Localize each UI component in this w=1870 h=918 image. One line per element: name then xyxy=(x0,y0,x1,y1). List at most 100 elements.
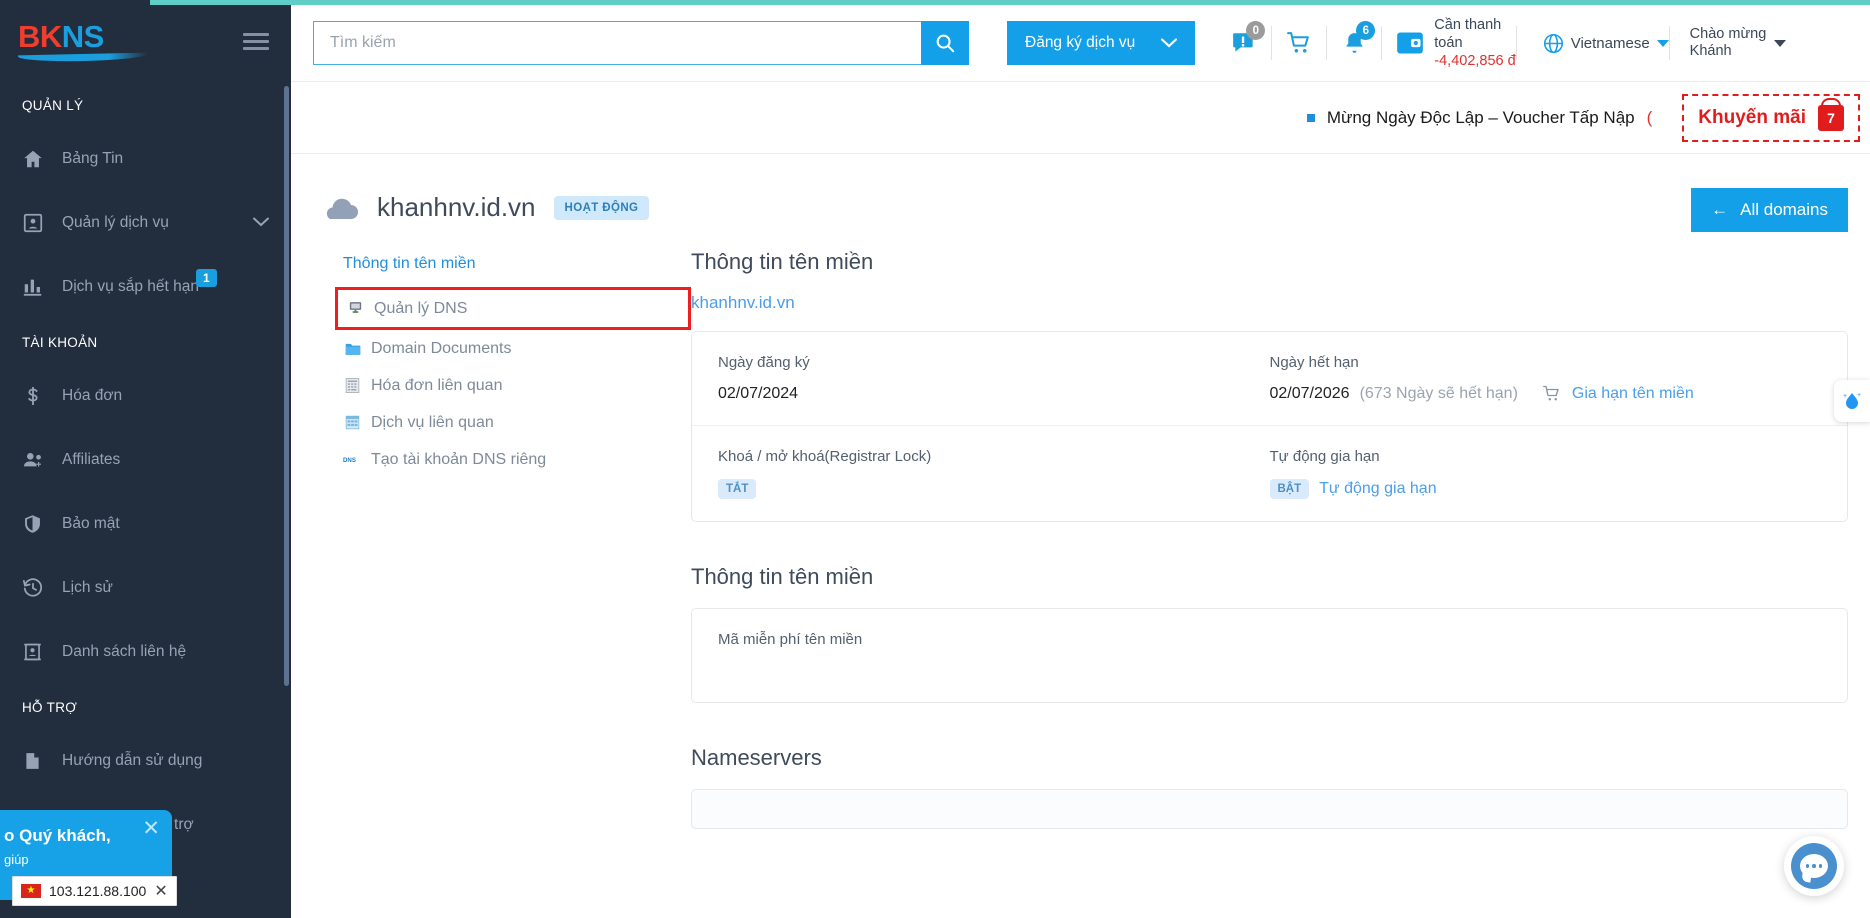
cart-button[interactable] xyxy=(1272,19,1326,67)
sidebar-scrollbar[interactable] xyxy=(284,86,289,686)
submenu-item-domain-documents[interactable]: Domain Documents xyxy=(321,330,691,367)
alerts-button[interactable]: 0 xyxy=(1217,19,1271,67)
hamburger-menu-icon[interactable] xyxy=(243,32,269,50)
sidebar-item-d-ch-v-s-p-h-t-h-n[interactable]: Dịch vụ sắp hết hạn 1 xyxy=(0,255,291,319)
payment-due-texts: Cần thanh toán -4,402,856 đ xyxy=(1434,16,1515,70)
sidebar-item-qu-n-l-d-ch-v[interactable]: Quản lý dịch vụ xyxy=(0,191,291,255)
domain-submenu: Thông tin tên miền Quản lý DNS Domain Doc… xyxy=(291,249,691,829)
chat-dot xyxy=(1812,864,1816,868)
top-accent-strip xyxy=(0,0,1870,5)
chat-promo-close-icon[interactable]: ✕ xyxy=(142,816,160,841)
section-title-free-code: Thông tin tên miền xyxy=(691,564,874,589)
all-domains-button[interactable]: ← All domains xyxy=(1691,188,1848,232)
auto-renew-label: Tự động gia hạn xyxy=(1269,448,1380,465)
auto-renew-state-badge[interactable]: BẬT xyxy=(1269,479,1310,499)
page-title: khanhnv.id.vn xyxy=(377,192,536,222)
submenu-item-d-ch-v-li-n-quan[interactable]: Dịch vụ liên quan xyxy=(321,404,691,441)
main-content: khanhnv.id.vn HOẠT ĐỘNG ← All domains Th… xyxy=(291,154,1870,918)
registrar-lock-state-badge[interactable]: TẮT xyxy=(718,479,757,499)
chat-bubble-icon xyxy=(1791,843,1837,889)
sidebar-section-title: HỖ TRỢ xyxy=(22,700,78,715)
logo-letter-b: B xyxy=(18,19,40,54)
user-menu[interactable]: Chào mừng Khánh xyxy=(1690,26,1787,61)
promotion-text-wrap[interactable]: Mừng Ngày Độc Lập – Voucher Tấp Nập ( xyxy=(1306,107,1653,128)
language-selector[interactable]: Vietnamese xyxy=(1543,33,1669,54)
search-icon xyxy=(936,34,955,53)
renew-domain-link[interactable]: Gia hạn tên miền xyxy=(1572,385,1694,403)
sidebar-item-b-o-m-t[interactable]: Bảo mật xyxy=(0,492,291,556)
sidebar-item-h-a-n[interactable]: Hóa đơn xyxy=(0,364,291,428)
invoice-icon xyxy=(343,376,362,395)
hamburger-line xyxy=(243,32,269,36)
chat-support-button[interactable] xyxy=(1784,836,1844,896)
registrar-lock-value: TẮT xyxy=(718,479,1270,499)
auto-renew-link[interactable]: Tự động gia hạn xyxy=(1319,480,1436,498)
user-greeting: Chào mừng xyxy=(1689,25,1767,42)
grid-icon xyxy=(343,413,362,432)
ip-chip-close-icon[interactable]: ✕ xyxy=(154,881,167,901)
bkns-logo[interactable]: BKNS xyxy=(18,21,148,63)
payment-due-button[interactable]: Cần thanh toán -4,402,856 đ xyxy=(1396,16,1516,70)
section-title-nameservers: Nameservers xyxy=(691,745,822,770)
sidebar-item-label: Quản lý dịch vụ xyxy=(62,214,169,231)
wallet-icon xyxy=(1397,32,1424,54)
logo-letter-n: N xyxy=(61,19,84,54)
shield-icon xyxy=(22,513,62,535)
promo-bullet-icon xyxy=(1306,113,1315,122)
document-icon xyxy=(22,750,62,772)
back-arrow-icon: ← xyxy=(1711,200,1729,219)
server-icon xyxy=(346,299,365,318)
folder-icon xyxy=(343,339,362,358)
chat-promo-subtitle: giúp xyxy=(4,852,29,867)
sidebar-item-affiliates[interactable]: Affiliates xyxy=(0,428,291,492)
chat-dot xyxy=(1818,864,1823,868)
sidebar-item-badge: 1 xyxy=(196,269,217,287)
water-drop-widget[interactable]: + + xyxy=(1834,380,1870,422)
search-button[interactable] xyxy=(921,21,969,65)
cloud-icon xyxy=(321,195,359,221)
logo-underline xyxy=(18,52,148,63)
history-icon xyxy=(22,577,62,599)
register-service-label: Đăng ký dịch vụ xyxy=(1025,34,1136,51)
logo-text: BKNS xyxy=(18,21,148,52)
notifications-count-badge: 6 xyxy=(1356,21,1376,40)
submenu-item-label: Tạo tài khoản DNS riêng xyxy=(371,450,547,468)
search-input[interactable] xyxy=(313,21,921,65)
submenu-item-qu-n-l-dns[interactable]: Quản lý DNS xyxy=(335,287,691,330)
domain-submenu-list: Quản lý DNS Domain Documents Hóa đơn liên … xyxy=(321,287,691,478)
chat-dot xyxy=(1805,864,1810,868)
submenu-item-label: Quản lý DNS xyxy=(374,299,468,317)
domain-submenu-title: Thông tin tên miền xyxy=(343,255,476,272)
domain-details: Thông tin tên miền khanhnv.id.vn Ngày đă… xyxy=(691,249,1870,829)
section-title-domain-info: Thông tin tên miền xyxy=(691,249,874,274)
sidebar-item-label: Bảng Tin xyxy=(62,150,124,167)
sidebar: BKNS QUẢN LÝ Bảng Tin Quản lý dịch vụ Dịch … xyxy=(0,0,291,918)
services-icon xyxy=(22,212,62,234)
register-service-button[interactable]: Đăng ký dịch vụ xyxy=(1007,21,1196,65)
sidebar-item-label: Lịch sử xyxy=(62,579,113,596)
header-divider xyxy=(1668,26,1670,60)
auto-renew-field: Tự động gia hạn BẬT Tự động gia hạn xyxy=(1269,448,1822,499)
submenu-item-t-o-t-i-kho-n-dns-ri-ng[interactable]: DNS Tạo tài khoản DNS riêng xyxy=(321,441,691,478)
domain-link[interactable]: khanhnv.id.vn xyxy=(691,293,795,313)
sidebar-item-label: Danh sách liên hệ xyxy=(62,643,187,660)
submenu-item-label: Domain Documents xyxy=(371,339,512,357)
promotion-text-tail: ( xyxy=(1646,107,1653,127)
sidebar-item-h-ng-d-n-s-d-ng[interactable]: Hướng dẫn sử dụng xyxy=(0,729,291,793)
gift-icon: 7 xyxy=(1818,104,1844,131)
globe-icon xyxy=(1543,33,1563,53)
sidebar-item-label: Dịch vụ sắp hết hạn xyxy=(62,278,200,295)
sidebar-item-label: Affiliates xyxy=(62,451,121,468)
sidebar-item-l-ch-s[interactable]: Lịch sử xyxy=(0,556,291,620)
submenu-item-h-a-n-li-n-quan[interactable]: Hóa đơn liên quan xyxy=(321,367,691,404)
chevron-down-icon xyxy=(253,214,269,232)
sidebar-item-danh-s-ch-li-n-h[interactable]: Danh sách liên hệ xyxy=(0,620,291,684)
promotion-button[interactable]: Khuyến mãi 7 xyxy=(1682,93,1860,142)
auto-renew-value: BẬT Tự động gia hạn xyxy=(1269,479,1822,499)
ip-address-chip[interactable]: ★ 103.121.88.100 ✕ xyxy=(12,876,177,906)
header-divider xyxy=(1515,26,1517,60)
notifications-button[interactable]: 6 xyxy=(1327,19,1381,67)
logo-letter-k: K xyxy=(39,19,62,54)
sidebar-item-b-ng-tin[interactable]: Bảng Tin xyxy=(0,127,291,191)
promotion-text: Mừng Ngày Độc Lập – Voucher Tấp Nập xyxy=(1326,107,1635,127)
